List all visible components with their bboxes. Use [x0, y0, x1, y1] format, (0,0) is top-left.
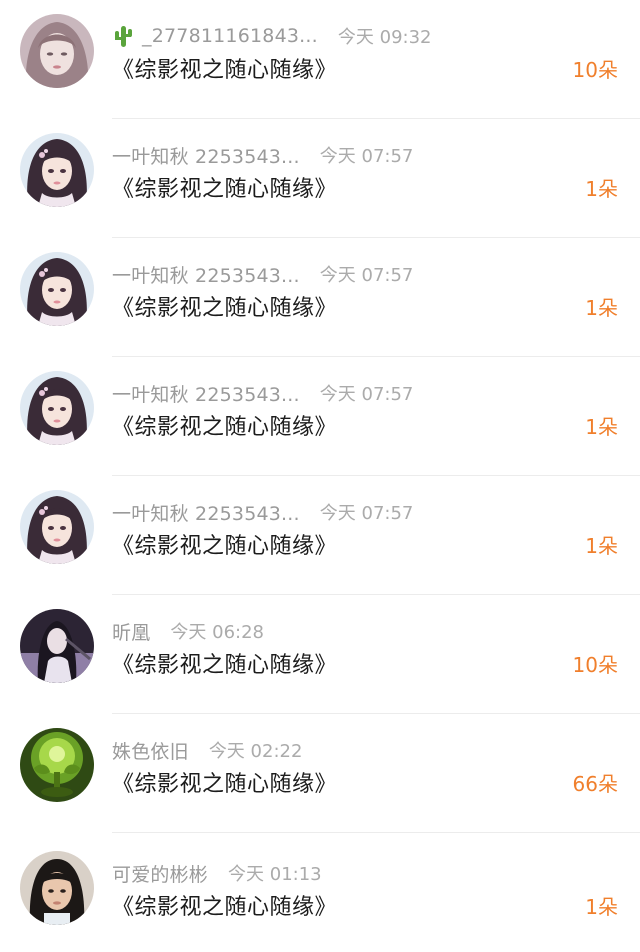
- sender-name[interactable]: 可爱的彬彬: [112, 860, 208, 887]
- flower-count: 1朵: [585, 296, 618, 320]
- avatar[interactable]: [20, 133, 94, 207]
- sender-name[interactable]: 一叶知秋 2253543...: [112, 499, 300, 526]
- list-item[interactable]: 一叶知秋 2253543... 今天 07:57 《综影视之随心随缘》 1朵: [0, 357, 640, 476]
- timestamp: 今天 07:57: [319, 265, 414, 286]
- book-title[interactable]: 《综影视之随心随缘》: [112, 647, 337, 679]
- avatar[interactable]: [20, 851, 94, 925]
- flower-count: 1朵: [585, 177, 618, 201]
- list-item[interactable]: 昕凰 今天 06:28 《综影视之随心随缘》 10朵: [0, 595, 640, 714]
- avatar[interactable]: [20, 252, 94, 326]
- swordswoman-purple-avatar: [20, 609, 94, 683]
- book-title[interactable]: 《综影视之随心随缘》: [112, 528, 337, 560]
- portrait-pale-woman-avatar: [20, 14, 94, 88]
- flower-count: 1朵: [585, 534, 618, 558]
- list-item[interactable]: 可爱的彬彬 今天 01:13 《综影视之随心随缘》 1朵: [0, 833, 640, 952]
- sender-name[interactable]: 昕凰: [112, 618, 150, 645]
- avatar[interactable]: [20, 371, 94, 445]
- book-title[interactable]: 《综影视之随心随缘》: [112, 409, 337, 441]
- avatar[interactable]: [20, 728, 94, 802]
- sender-meta: 一叶知秋 2253543... 今天 07:57: [112, 379, 413, 407]
- list-item[interactable]: 姝色依旧 今天 02:22 《综影视之随心随缘》 66朵: [0, 714, 640, 833]
- timestamp: 今天 07:57: [319, 384, 414, 405]
- ancient-style-girl-avatar: [20, 371, 94, 445]
- book-title[interactable]: 《综影视之随心随缘》: [112, 889, 337, 921]
- green-plant-avatar: [20, 728, 94, 802]
- list-item[interactable]: 一叶知秋 2253543... 今天 07:57 《综影视之随心随缘》 1朵: [0, 119, 640, 238]
- sender-meta: 昕凰 今天 06:28: [112, 617, 264, 645]
- cactus-icon: [112, 24, 134, 48]
- book-title[interactable]: 《综影视之随心随缘》: [112, 171, 337, 203]
- book-title[interactable]: 《综影视之随心随缘》: [112, 290, 337, 322]
- sender-name[interactable]: 一叶知秋 2253543...: [112, 142, 300, 169]
- avatar[interactable]: [20, 609, 94, 683]
- book-title[interactable]: 《综影视之随心随缘》: [112, 766, 337, 798]
- sender-meta: 一叶知秋 2253543... 今天 07:57: [112, 260, 413, 288]
- list-item[interactable]: 一叶知秋 2253543... 今天 07:57 《综影视之随心随缘》 1朵: [0, 238, 640, 357]
- avatar[interactable]: [20, 490, 94, 564]
- ancient-style-girl-avatar: [20, 490, 94, 564]
- timestamp: 今天 07:57: [319, 146, 414, 167]
- timestamp: 今天 01:13: [228, 864, 322, 885]
- sender-name[interactable]: 一叶知秋 2253543...: [112, 380, 300, 407]
- flower-count: 10朵: [572, 653, 618, 677]
- list-item[interactable]: 一叶知秋 2253543... 今天 07:57 《综影视之随心随缘》 1朵: [0, 476, 640, 595]
- timestamp: 今天 06:28: [170, 622, 265, 643]
- timestamp: 今天 09:32: [337, 27, 432, 48]
- ancient-style-girl-avatar: [20, 252, 94, 326]
- book-title[interactable]: 《综影视之随心随缘》: [112, 52, 337, 84]
- sender-name[interactable]: 一叶知秋 2253543...: [112, 261, 300, 288]
- flower-count: 1朵: [585, 895, 618, 919]
- flower-count: 1朵: [585, 415, 618, 439]
- timestamp: 今天 02:22: [208, 741, 303, 762]
- sender-name[interactable]: 姝色依旧: [112, 737, 189, 764]
- sender-meta: 一叶知秋 2253543... 今天 07:57: [112, 498, 413, 526]
- gift-record-list: _277811161843... 今天 09:32 《综影视之随心随缘》 10朵: [0, 0, 640, 942]
- sender-meta: 可爱的彬彬 今天 01:13: [112, 859, 322, 887]
- selfie-girl-avatar: [20, 851, 94, 925]
- list-item[interactable]: _277811161843... 今天 09:32 《综影视之随心随缘》 10朵: [0, 0, 640, 119]
- avatar[interactable]: [20, 14, 94, 88]
- flower-count: 10朵: [572, 58, 618, 82]
- ancient-style-girl-avatar: [20, 133, 94, 207]
- sender-meta: _277811161843... 今天 09:32: [112, 22, 432, 50]
- sender-name[interactable]: _277811161843...: [142, 25, 318, 47]
- timestamp: 今天 07:57: [319, 503, 414, 524]
- flower-count: 66朵: [572, 772, 618, 796]
- sender-meta: 一叶知秋 2253543... 今天 07:57: [112, 141, 413, 169]
- sender-meta: 姝色依旧 今天 02:22: [112, 736, 302, 764]
